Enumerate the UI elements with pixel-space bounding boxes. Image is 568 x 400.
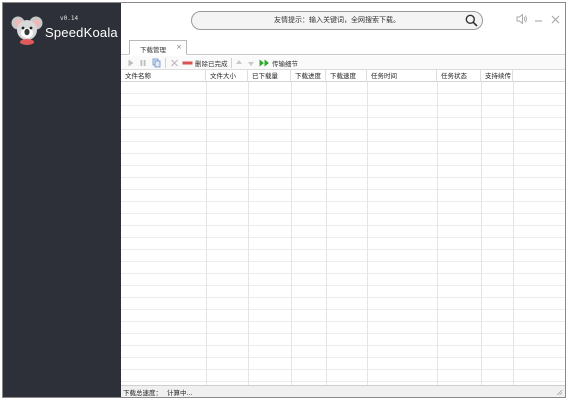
tab-close-icon[interactable]: × bbox=[176, 43, 182, 51]
delete-bar-icon bbox=[182, 61, 193, 65]
tab-download-manager[interactable]: 下载管理 × bbox=[129, 40, 187, 55]
column-divider bbox=[437, 82, 438, 385]
column-divider bbox=[326, 82, 327, 385]
delete-completed-button[interactable]: 删除已完成 bbox=[182, 58, 228, 68]
resize-grip-icon[interactable] bbox=[556, 389, 563, 396]
column-header[interactable]: 下载进度 bbox=[291, 70, 326, 82]
total-speed-value: 计算中... bbox=[167, 389, 193, 397]
main-panel: 友情提示：输入关键词，全网搜索下载。 下载管理 × 删除已完成 传输细节 文件名… bbox=[121, 3, 565, 397]
table-header: 文件名称 文件大小 已下载量 下载进度 下载速度 任务时间 任务状态 支持续传 bbox=[121, 70, 565, 82]
search-icon[interactable] bbox=[465, 14, 478, 27]
window-controls bbox=[516, 13, 561, 25]
column-header[interactable]: 任务状态 bbox=[437, 70, 481, 82]
column-divider bbox=[367, 82, 368, 385]
pause-icon[interactable] bbox=[139, 58, 147, 68]
column-header[interactable]: 下载速度 bbox=[326, 70, 367, 82]
column-divider bbox=[481, 82, 482, 385]
column-divider bbox=[206, 82, 207, 385]
column-header[interactable]: 任务时间 bbox=[367, 70, 437, 82]
search-hint-text[interactable]: 友情提示：输入关键词，全网搜索下载。 bbox=[192, 12, 482, 29]
column-divider bbox=[248, 82, 249, 385]
total-speed-label: 下载总速度： bbox=[123, 389, 162, 397]
fast-forward-icon bbox=[259, 59, 269, 67]
sidebar: v0.14 SpeedKoala bbox=[3, 3, 121, 397]
tab-label: 下载管理 bbox=[140, 46, 166, 54]
toolbar-separator bbox=[165, 58, 166, 68]
transfer-details-label: 传输细节 bbox=[272, 60, 298, 68]
copy-icon[interactable] bbox=[152, 58, 161, 68]
toolbar-separator bbox=[231, 58, 232, 68]
status-bar: 下载总速度： 计算中... bbox=[121, 385, 565, 397]
toolbar: 删除已完成 传输细节 bbox=[121, 56, 565, 70]
move-down-icon[interactable] bbox=[247, 58, 255, 68]
koala-logo-icon bbox=[11, 16, 43, 45]
column-divider bbox=[291, 82, 292, 385]
version-label: v0.14 bbox=[60, 15, 79, 22]
delete-completed-label: 删除已完成 bbox=[195, 60, 228, 68]
app-name: SpeedKoala bbox=[45, 25, 118, 40]
column-header[interactable]: 已下载量 bbox=[248, 70, 291, 82]
minimize-icon[interactable] bbox=[533, 13, 544, 25]
column-header[interactable]: 支持续传 bbox=[481, 70, 513, 82]
column-header[interactable]: 文件大小 bbox=[206, 70, 248, 82]
search-box[interactable]: 友情提示：输入关键词，全网搜索下载。 bbox=[191, 11, 483, 30]
table-body[interactable] bbox=[121, 82, 565, 385]
move-up-icon[interactable] bbox=[235, 58, 243, 68]
column-header[interactable]: 文件名称 bbox=[121, 70, 206, 82]
column-divider bbox=[513, 82, 514, 385]
app-window: v0.14 SpeedKoala 友情提示：输入关键词，全网搜索下载。 下载管理… bbox=[2, 2, 566, 398]
transfer-details-button[interactable]: 传输细节 bbox=[259, 58, 298, 68]
close-icon[interactable] bbox=[550, 13, 561, 25]
download-table: 文件名称 文件大小 已下载量 下载进度 下载速度 任务时间 任务状态 支持续传 bbox=[121, 70, 565, 385]
start-icon[interactable] bbox=[127, 58, 135, 68]
volume-icon[interactable] bbox=[516, 13, 527, 25]
tab-bar: 下载管理 × bbox=[121, 39, 565, 55]
cancel-icon[interactable] bbox=[170, 58, 179, 68]
